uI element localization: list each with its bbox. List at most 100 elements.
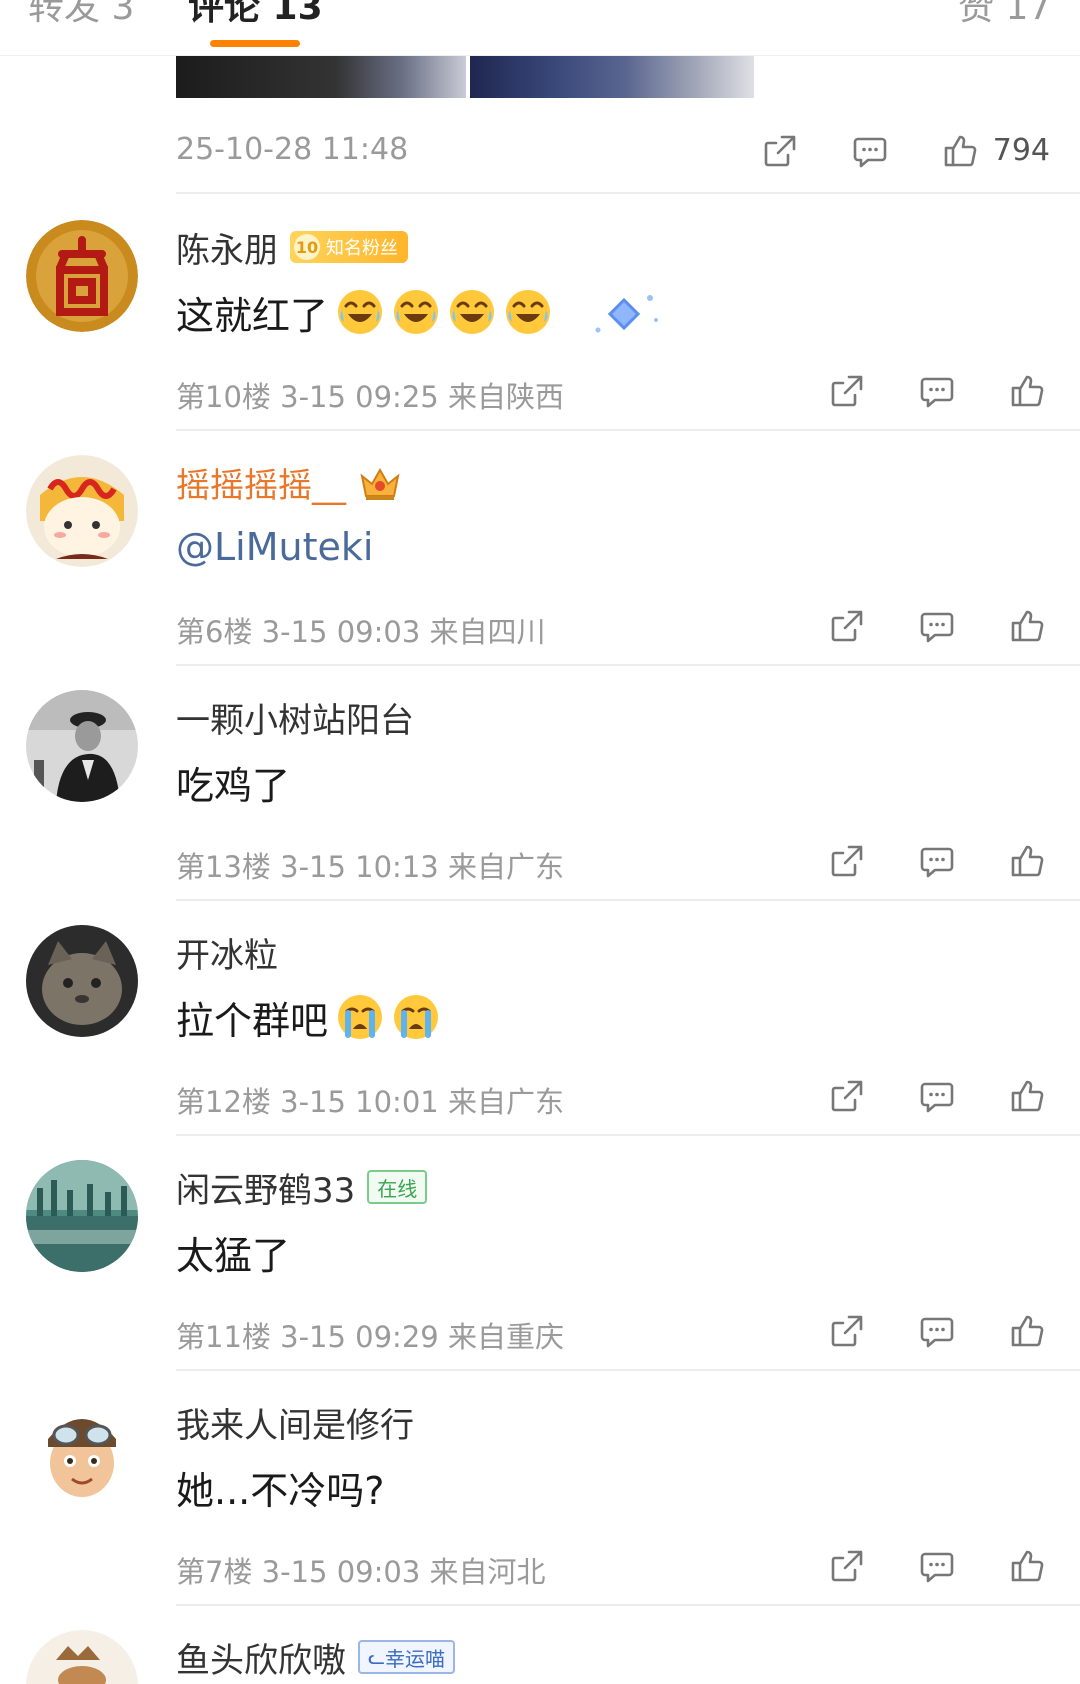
post-timestamp: 25-10-28 11:48 [176, 132, 409, 167]
comment-item: 我来人间是修行 她...不冷吗? 第7楼 3-15 09:03 来自河北 [0, 1371, 1080, 1606]
comment-actions [780, 838, 1050, 884]
tab-bar: 转发 3 评论 13 赞 17 [0, 0, 1080, 56]
laugh-cry-icon [394, 290, 439, 334]
post-actions: 794 [713, 128, 1050, 174]
user-name[interactable]: 摇摇摇摇__ [176, 458, 346, 507]
comment-icon[interactable] [847, 128, 893, 174]
comment-item: 一颗小树站阳台 吃鸡了 第13楼 3-15 10:13 来自广东 [0, 666, 1080, 901]
fan-badge[interactable]: 10 知名粉丝 [290, 231, 408, 263]
avatar[interactable] [26, 220, 138, 332]
comment-header: 我来人间是修行 [176, 1397, 414, 1447]
comment-meta: 第11楼 3-15 09:29 来自重庆 [176, 1308, 1056, 1354]
cat-icon: ᓚ [368, 1645, 386, 1669]
avatar[interactable] [26, 690, 138, 802]
comment-floor-time-location: 第6楼 3-15 09:03 来自四川 [176, 615, 546, 649]
user-name[interactable]: 闲云野鹤33 [176, 1163, 355, 1212]
post-meta: 25-10-28 11:48 794 [176, 128, 1056, 174]
comment-meta: 第10楼 3-15 09:25 来自陕西 [176, 368, 1056, 414]
vip-crown-icon[interactable] [356, 462, 404, 502]
comment-icon[interactable] [914, 1308, 960, 1354]
comment-header: 开冰粒 [176, 927, 278, 977]
comment-floor-time-location: 第7楼 3-15 09:03 来自河北 [176, 1555, 546, 1589]
comment-header: 陈永朋 10 知名粉丝 [176, 222, 408, 272]
like-icon[interactable] [1004, 1543, 1050, 1589]
comment-floor-time-location: 第12楼 3-15 10:01 来自广东 [176, 1085, 564, 1119]
share-icon[interactable] [824, 1073, 870, 1119]
post-image[interactable] [176, 56, 466, 98]
avatar[interactable] [26, 925, 138, 1037]
user-name[interactable]: 开冰粒 [176, 928, 278, 977]
laugh-cry-icon [338, 290, 383, 334]
like-icon[interactable] [937, 128, 983, 174]
tab-reposts[interactable]: 转发 3 [28, 0, 134, 30]
online-status-badge: 在线 [367, 1170, 428, 1204]
user-name[interactable]: 鱼头欣欣嗷 [176, 1633, 346, 1682]
comment-meta: 第6楼 3-15 09:03 来自四川 [176, 603, 1056, 649]
comment-actions [780, 1073, 1050, 1119]
comment-text: 吃鸡了 [176, 752, 290, 812]
tab-likes[interactable]: 赞 17 [958, 0, 1051, 30]
avatar[interactable] [26, 1630, 138, 1684]
comment-actions [780, 1308, 1050, 1354]
comment-body: 吃鸡了 [176, 763, 291, 808]
comment-icon[interactable] [914, 368, 960, 414]
avatar[interactable] [26, 455, 138, 567]
comment-actions [780, 1543, 1050, 1589]
comment-text: 太猛了 [176, 1222, 290, 1282]
user-name[interactable]: 我来人间是修行 [176, 1398, 414, 1447]
like-icon[interactable] [1004, 838, 1050, 884]
post-image[interactable] [470, 56, 754, 98]
lucky-cat-badge-label: 幸运喵 [385, 1646, 446, 1671]
comment-item: 闲云野鹤33 在线 太猛了 第11楼 3-15 09:29 来自重庆 [0, 1136, 1080, 1371]
comment-floor-time-location: 第10楼 3-15 09:25 来自陕西 [176, 380, 564, 414]
comment-icon[interactable] [914, 838, 960, 884]
crying-icon [338, 995, 383, 1039]
comment-header: 闲云野鹤33 在线 [176, 1162, 428, 1212]
share-icon[interactable] [824, 1308, 870, 1354]
comment-floor-time-location: 第13楼 3-15 10:13 来自广东 [176, 850, 564, 884]
sparkle-decoration-icon [595, 295, 658, 333]
share-icon[interactable] [824, 1543, 870, 1589]
comment-body: 这就红了 [176, 293, 329, 338]
lucky-cat-badge[interactable]: ᓚ 幸运喵 [358, 1640, 456, 1674]
share-icon[interactable] [824, 838, 870, 884]
comment-icon[interactable] [914, 603, 960, 649]
comment-actions [780, 368, 1050, 414]
comment-floor-time-location: 第11楼 3-15 09:29 来自重庆 [176, 1320, 564, 1354]
comment-text: 拉个群吧 [176, 987, 440, 1047]
comment-text: 她...不冷吗? [176, 1457, 384, 1517]
user-name[interactable]: 陈永朋 [176, 223, 278, 272]
comment-icon[interactable] [914, 1073, 960, 1119]
comment-item: 鱼头欣欣嗷 ᓚ 幸运喵 [0, 1606, 1080, 1684]
laugh-cry-icon [506, 290, 551, 334]
share-icon[interactable] [824, 603, 870, 649]
comment-item: 摇摇摇摇__ @LiMuteki 第6楼 3-15 09:03 来自四川 [0, 431, 1080, 666]
mention-link[interactable]: @LiMuteki [176, 525, 373, 569]
like-icon[interactable] [1004, 603, 1050, 649]
avatar[interactable] [26, 1160, 138, 1272]
comment-text: @LiMuteki [176, 517, 373, 577]
comment-meta: 第12楼 3-15 10:01 来自广东 [176, 1073, 1056, 1119]
divider [176, 192, 1080, 194]
comment-body: 她...不冷吗? [176, 1468, 385, 1513]
post-like-count: 794 [992, 133, 1050, 168]
comment-meta: 第13楼 3-15 10:13 来自广东 [176, 838, 1056, 884]
comment-header: 鱼头欣欣嗷 ᓚ 幸运喵 [176, 1632, 456, 1682]
comment-item: 开冰粒 拉个群吧 第12楼 3-15 10:01 来自广东 [0, 901, 1080, 1136]
active-tab-indicator [210, 40, 300, 47]
comment-body: 太猛了 [176, 1233, 291, 1278]
fan-level: 10 [294, 234, 320, 260]
tab-comments[interactable]: 评论 13 [188, 0, 323, 30]
laugh-cry-icon [450, 290, 495, 334]
share-icon[interactable] [757, 128, 803, 174]
user-name[interactable]: 一颗小树站阳台 [176, 693, 414, 742]
like-icon[interactable] [1004, 1073, 1050, 1119]
avatar[interactable] [26, 1395, 138, 1507]
comment-header: 摇摇摇摇__ [176, 457, 404, 507]
comments-page: 转发 3 评论 13 赞 17 25-10-28 11:48 794 陈永朋 1… [0, 0, 1080, 1684]
share-icon[interactable] [824, 368, 870, 414]
like-icon[interactable] [1004, 1308, 1050, 1354]
like-icon[interactable] [1004, 368, 1050, 414]
comment-item: 陈永朋 10 知名粉丝 这就红了 第10楼 3-15 09:25 来自陕西 [0, 196, 1080, 431]
comment-icon[interactable] [914, 1543, 960, 1589]
